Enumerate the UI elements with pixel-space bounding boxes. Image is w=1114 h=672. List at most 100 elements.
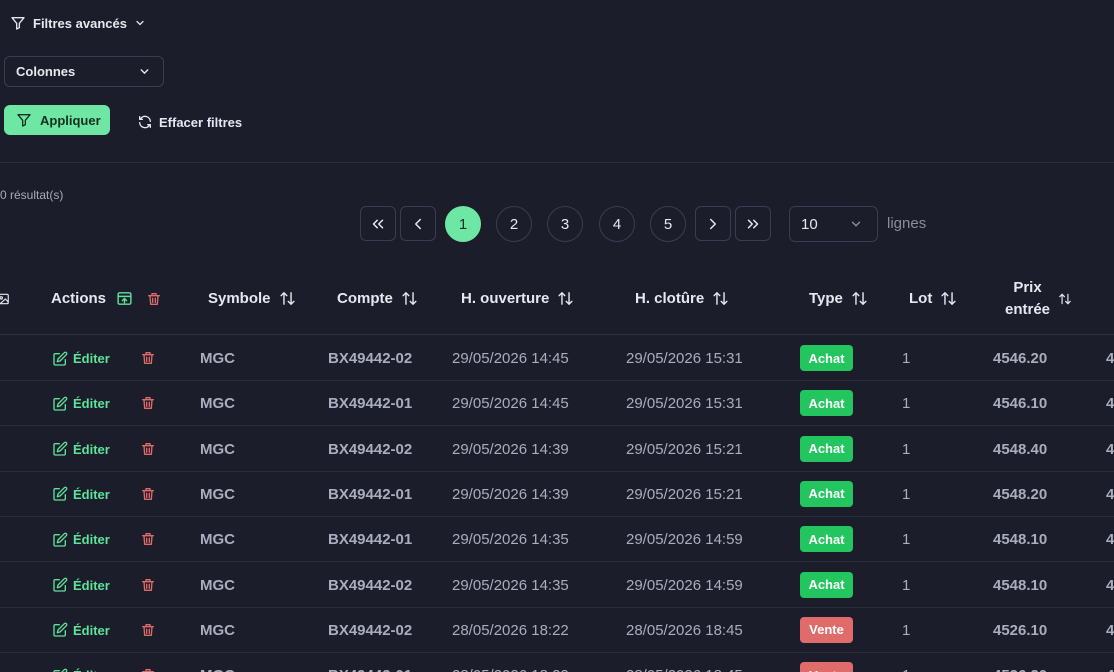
lot-cell: 1 — [902, 653, 910, 672]
edit-button[interactable]: Éditer — [52, 653, 110, 672]
export-icon[interactable] — [116, 290, 133, 307]
type-badge: Achat — [800, 435, 853, 462]
entry-price-column-header[interactable]: Prix entrée — [1005, 262, 1072, 335]
table-row: Éditer MGC BX49442-02 28/05/2026 18:22 28/05… — [0, 608, 1114, 653]
clear-filters-button[interactable]: Effacer filtres — [137, 112, 242, 132]
next-page-button[interactable] — [695, 206, 731, 241]
trash-icon — [142, 533, 154, 546]
page-5-button[interactable]: 5 — [650, 206, 686, 242]
chevrons-left-icon — [372, 219, 384, 228]
sort-icon[interactable] — [1058, 292, 1072, 306]
sort-icon[interactable] — [712, 290, 729, 307]
delete-button[interactable] — [140, 577, 156, 598]
open-time-cell: 28/05/2026 18:22 — [452, 621, 569, 639]
image-column-header[interactable] — [0, 262, 10, 335]
open-time-cell: 29/05/2026 14:35 — [452, 531, 569, 549]
sort-icon[interactable] — [557, 290, 574, 307]
last-page-button[interactable] — [735, 206, 771, 241]
edit-icon — [53, 487, 68, 502]
result-count: 0 résultat(s) — [0, 188, 64, 202]
table-row: Éditer MGC BX49442-01 29/05/2026 14:39 29/05… — [0, 472, 1114, 517]
edit-button-label: Éditer — [73, 577, 110, 593]
account-cell: BX49442-01 — [328, 531, 413, 549]
page-3-button[interactable]: 3 — [547, 206, 583, 242]
edit-button-label: Éditer — [73, 351, 110, 366]
edit-button-label: Éditer — [73, 396, 110, 412]
page-4-button[interactable]: 4 — [599, 206, 635, 242]
symbol-cell: MGC — [200, 350, 235, 367]
edit-button[interactable]: Éditer — [52, 608, 110, 653]
sort-icon[interactable] — [279, 290, 296, 307]
delete-button[interactable] — [140, 667, 156, 672]
chevrons-right-icon — [747, 219, 759, 228]
actions-column-header: Actions — [51, 262, 162, 335]
account-column-header[interactable]: Compte — [337, 262, 418, 335]
lot-cell: 1 — [902, 621, 911, 639]
sort-icon[interactable] — [851, 290, 868, 307]
open-time-cell: 29/05/2026 14:35 — [452, 576, 569, 594]
columns-select[interactable]: Colonnes — [4, 56, 164, 87]
delete-button[interactable] — [140, 531, 156, 552]
delete-button[interactable] — [140, 486, 156, 507]
next-column-cell: 4 — [1106, 531, 1114, 549]
edit-button[interactable]: Éditer — [52, 381, 110, 426]
delete-button[interactable] — [140, 441, 156, 462]
first-page-button[interactable] — [360, 206, 396, 241]
entry-price-cell: 4548.20 — [993, 485, 1048, 503]
delete-button[interactable] — [140, 622, 156, 643]
open-time-cell: 29/05/2026 14:45 — [452, 395, 569, 413]
symbol-cell: MGC — [200, 395, 235, 413]
trash-icon — [142, 442, 154, 455]
previous-page-button[interactable] — [400, 206, 436, 241]
edit-icon — [53, 577, 68, 592]
close-time-column-header[interactable]: H. clotûre — [635, 262, 729, 335]
edit-icon — [53, 668, 68, 672]
lot-cell: 1 — [902, 485, 911, 503]
edit-button[interactable]: Éditer — [52, 563, 110, 608]
type-header-label: Type — [809, 290, 843, 307]
account-header-label: Compte — [337, 290, 393, 307]
entry-price-cell: 4526.10 — [993, 621, 1048, 639]
symbol-column-header[interactable]: Symbole — [208, 262, 296, 335]
rows-per-page-label: lignes — [887, 215, 927, 232]
delete-button[interactable] — [140, 350, 156, 371]
delete-button[interactable] — [140, 395, 156, 416]
close-time-cell: 28/05/2026 18:45 — [626, 621, 743, 639]
trash-icon[interactable] — [146, 291, 162, 307]
open-time-column-header[interactable]: H. ouverture — [461, 262, 574, 335]
advanced-filters-toggle[interactable]: Filtres avancés — [10, 13, 146, 33]
edit-button[interactable]: Éditer — [52, 517, 110, 562]
edit-button[interactable]: Éditer — [52, 427, 110, 472]
edit-icon — [53, 396, 68, 411]
symbol-cell: MGC — [200, 621, 235, 639]
open-time-cell: 29/05/2026 14:45 — [452, 350, 569, 367]
rows-per-page-select[interactable]: 10 — [789, 206, 878, 242]
page-1-button[interactable]: 1 — [445, 206, 481, 242]
edit-button-label: Éditer — [73, 532, 110, 548]
next-column-cell: 4 — [1106, 395, 1114, 413]
trash-icon — [142, 623, 154, 636]
chevron-left-icon — [415, 218, 421, 229]
close-time-cell: 29/05/2026 15:31 — [626, 350, 743, 367]
edit-button[interactable]: Éditer — [52, 472, 110, 517]
apply-button[interactable]: Appliquer — [4, 105, 110, 135]
type-badge: Vente — [800, 662, 853, 672]
next-column-cell: 4 — [1106, 440, 1114, 458]
edit-button-label: Éditer — [73, 441, 110, 457]
symbol-cell: MGC — [200, 485, 235, 503]
close-time-header-label: H. clotûre — [635, 290, 705, 307]
page-2-button[interactable]: 2 — [496, 206, 532, 242]
type-column-header[interactable]: Type — [809, 262, 868, 335]
sort-icon[interactable] — [401, 290, 418, 307]
type-badge: Vente — [800, 616, 853, 643]
next-column-cell: 4 — [1106, 653, 1114, 672]
sort-icon[interactable] — [940, 290, 957, 307]
account-cell: BX49442-02 — [328, 621, 413, 639]
edit-button[interactable]: Éditer — [52, 336, 110, 381]
image-icon — [0, 293, 9, 304]
lot-cell: 1 — [902, 350, 911, 367]
lot-cell: 1 — [902, 576, 911, 594]
next-column-cell: 4 — [1106, 350, 1114, 367]
refresh-icon — [139, 115, 151, 129]
lot-column-header[interactable]: Lot — [909, 262, 957, 335]
